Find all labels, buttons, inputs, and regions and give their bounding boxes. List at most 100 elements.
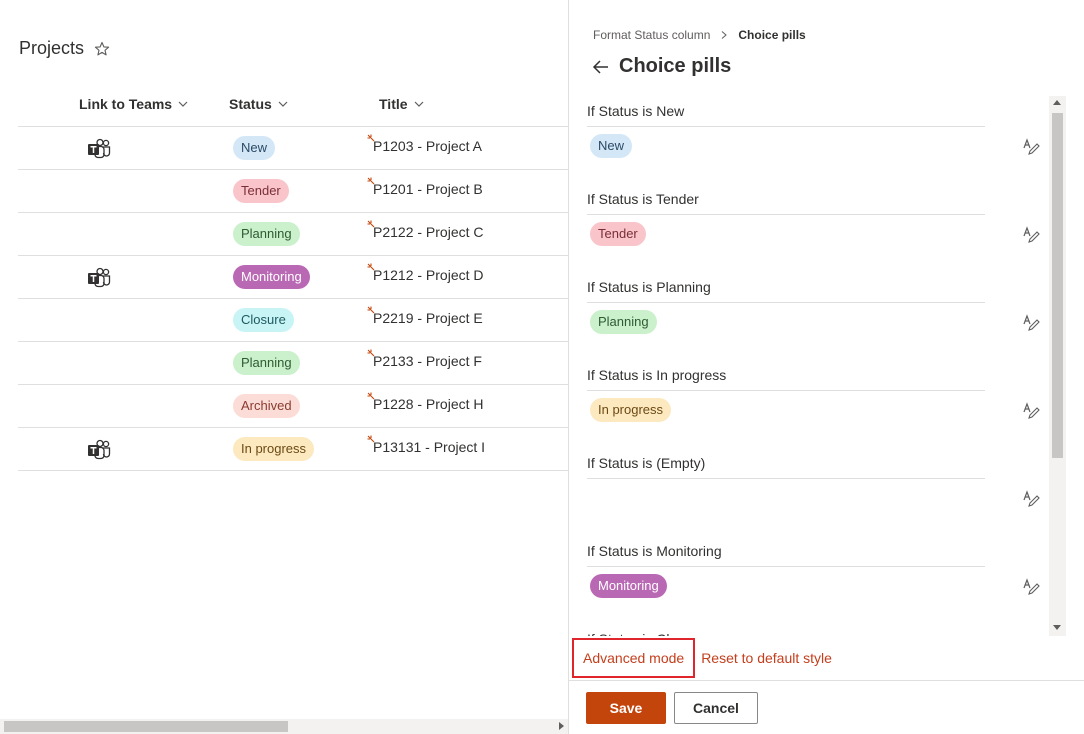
status-pill: Closure xyxy=(233,308,294,332)
rule-condition-label: If Status is Planning xyxy=(587,279,711,295)
scrollbar-thumb[interactable] xyxy=(1052,113,1063,458)
scrollbar-thumb[interactable] xyxy=(4,721,288,732)
column-header-link-to-teams[interactable]: Link to Teams xyxy=(79,96,188,112)
rule-condition-label: If Status is Monitoring xyxy=(587,543,722,559)
teams-icon[interactable] xyxy=(86,267,112,289)
title-text[interactable]: P1228 - Project H xyxy=(373,396,484,412)
breadcrumb: Format Status column Choice pills xyxy=(593,28,806,42)
rule-divider xyxy=(587,126,985,127)
status-pill: Monitoring xyxy=(233,265,310,289)
status-pill: Archived xyxy=(233,394,300,418)
teams-icon[interactable] xyxy=(86,138,112,160)
title-cell[interactable]: P1228 - Project H xyxy=(367,392,484,412)
format-column-panel: Format Status column Choice pills Choice… xyxy=(568,0,1084,734)
horizontal-scrollbar[interactable] xyxy=(0,719,568,734)
rule-condition-label: If Status is Closure xyxy=(587,624,985,636)
rule-divider xyxy=(587,390,985,391)
rule-divider xyxy=(587,478,985,479)
table-row[interactable]: Planning P2122 - Project C xyxy=(18,213,568,256)
title-cell[interactable]: P1212 - Project D xyxy=(367,263,484,283)
table-row[interactable]: Planning P2133 - Project F xyxy=(18,342,568,385)
title-text[interactable]: P2133 - Project F xyxy=(373,353,482,369)
title-text[interactable]: P1203 - Project A xyxy=(373,138,482,154)
panel-links: Advanced mode Reset to default style xyxy=(572,636,832,680)
cancel-button[interactable]: Cancel xyxy=(674,692,758,724)
edit-style-icon[interactable] xyxy=(1022,226,1040,244)
status-pill: Planning xyxy=(233,351,300,375)
edit-style-icon[interactable] xyxy=(1022,314,1040,332)
rule-condition-label: If Status is (Empty) xyxy=(587,455,706,471)
new-item-marker-icon xyxy=(367,306,375,314)
status-pill: New xyxy=(233,136,276,160)
reset-default-style-link[interactable]: Reset to default style xyxy=(701,650,832,666)
column-header-status[interactable]: Status xyxy=(229,96,288,112)
rule-pill-preview: New xyxy=(590,134,633,158)
edit-style-icon[interactable] xyxy=(1022,578,1040,596)
back-arrow-icon[interactable] xyxy=(591,57,611,77)
rule-condition-label: If Status is New xyxy=(587,103,685,119)
new-item-marker-icon xyxy=(367,263,375,271)
table-row[interactable]: New P1203 - Project A xyxy=(18,127,568,170)
page-title: Projects xyxy=(19,38,110,59)
format-rule: If Status is (Empty) xyxy=(587,448,1040,507)
title-text[interactable]: P2122 - Project C xyxy=(373,224,484,240)
table-row[interactable]: Tender P1201 - Project B xyxy=(18,170,568,213)
panel-title: Choice pills xyxy=(591,55,731,78)
advanced-mode-link[interactable]: Advanced mode xyxy=(572,638,696,678)
title-cell[interactable]: P1201 - Project B xyxy=(367,177,483,197)
table-row[interactable]: In progress P13131 - Project I xyxy=(18,428,568,471)
new-item-marker-icon xyxy=(367,177,375,185)
scroll-down-arrow-icon[interactable] xyxy=(1053,625,1061,630)
title-cell[interactable]: P1203 - Project A xyxy=(367,134,482,154)
edit-style-icon[interactable] xyxy=(1022,490,1040,508)
footer-divider xyxy=(569,680,1084,681)
rule-divider xyxy=(587,214,985,215)
scroll-right-arrow-icon[interactable] xyxy=(559,722,564,730)
rule-condition-label: If Status is Tender xyxy=(587,191,699,207)
column-header-title[interactable]: Title xyxy=(379,96,424,112)
new-item-marker-icon xyxy=(367,349,375,357)
rule-pill-preview: Monitoring xyxy=(590,574,667,598)
format-rule: If Status is Tender Tender xyxy=(587,184,1040,246)
chevron-right-icon xyxy=(722,31,728,39)
breadcrumb-current: Choice pills xyxy=(738,28,806,42)
status-pill: In progress xyxy=(233,437,315,461)
teams-icon[interactable] xyxy=(86,439,112,461)
title-cell[interactable]: P2122 - Project C xyxy=(367,220,484,240)
format-rule: If Status is Monitoring Monitoring xyxy=(587,536,1040,598)
chevron-down-icon xyxy=(178,101,188,107)
rule-divider xyxy=(587,302,985,303)
edit-style-icon[interactable] xyxy=(1022,402,1040,420)
format-rule: If Status is Planning Planning xyxy=(587,272,1040,334)
title-text[interactable]: P13131 - Project I xyxy=(373,439,485,455)
title-text[interactable]: P1201 - Project B xyxy=(373,181,483,197)
vertical-scrollbar[interactable] xyxy=(1049,96,1066,636)
chevron-down-icon xyxy=(414,101,423,107)
chevron-down-icon xyxy=(278,101,288,107)
scroll-up-arrow-icon[interactable] xyxy=(1053,100,1061,105)
title-cell[interactable]: P13131 - Project I xyxy=(367,435,485,455)
list-view: Projects Link to Teams Status Title New P… xyxy=(0,0,568,734)
title-cell[interactable]: P2133 - Project F xyxy=(367,349,482,369)
title-cell[interactable]: P2219 - Project E xyxy=(367,306,483,326)
rule-list: If Status is New New If Status is Tender Te… xyxy=(569,96,1066,636)
rule-condition-label: If Status is In progress xyxy=(587,367,727,383)
format-rule: If Status is Closure xyxy=(587,624,985,636)
edit-style-icon[interactable] xyxy=(1022,138,1040,156)
title-text[interactable]: P2219 - Project E xyxy=(373,310,483,326)
new-item-marker-icon xyxy=(367,134,375,142)
format-rule: If Status is In progress In progress xyxy=(587,360,1040,422)
rule-divider xyxy=(587,566,985,567)
table-row[interactable]: Archived P1228 - Project H xyxy=(18,385,568,428)
format-rule: If Status is New New xyxy=(587,96,1040,158)
breadcrumb-parent[interactable]: Format Status column xyxy=(593,28,710,42)
page-title-text: Projects xyxy=(19,38,85,58)
table-row[interactable]: Monitoring P1212 - Project D xyxy=(18,256,568,299)
favorite-star-icon[interactable] xyxy=(94,41,110,57)
rule-pill-preview: Planning xyxy=(590,310,657,334)
title-text[interactable]: P1212 - Project D xyxy=(373,267,484,283)
rule-pill-preview: Tender xyxy=(590,222,646,246)
table-row[interactable]: Closure P2219 - Project E xyxy=(18,299,568,342)
column-header-label: Title xyxy=(379,96,408,112)
save-button[interactable]: Save xyxy=(586,692,666,724)
